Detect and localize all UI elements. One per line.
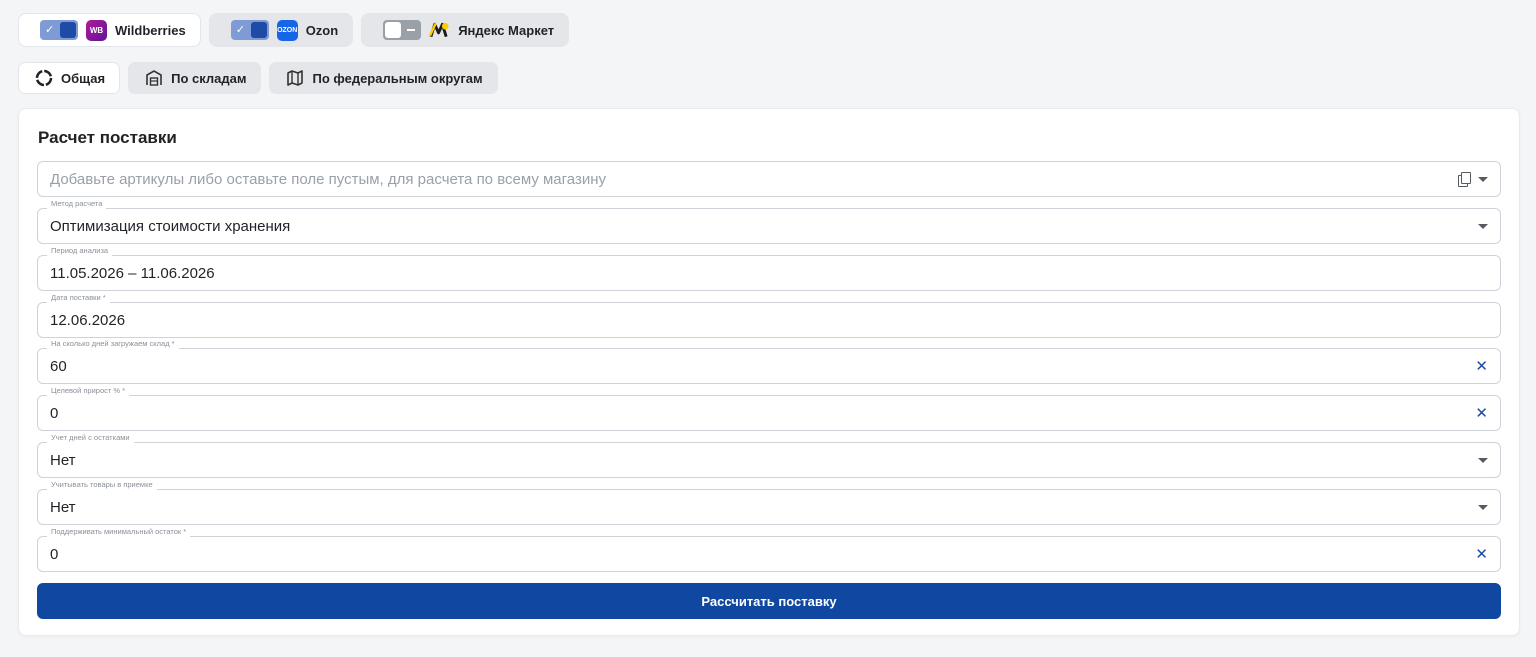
articles-placeholder: Добавьте артикулы либо оставьте поле пус… [50, 170, 606, 188]
marketplace-label: Яндекс Маркет [458, 22, 555, 38]
method-select[interactable]: Метод расчета Оптимизация стоимости хран… [37, 199, 1501, 244]
tab-label: По федеральным округам [312, 70, 483, 86]
marketplace-toggles: ✓ WB Wildberries ✓ OZON Ozon Яндекс Марк… [18, 13, 570, 47]
tab-warehouses[interactable]: По складам [128, 62, 262, 94]
wildberries-logo-icon: WB [86, 19, 107, 41]
min-stock-input[interactable]: Поддерживать минимальный остаток * 0 ✕ [37, 527, 1501, 572]
clear-icon[interactable]: ✕ [1475, 547, 1488, 562]
circle-loading-icon [35, 69, 53, 87]
chevron-down-icon[interactable] [1478, 176, 1488, 182]
field-value: 0 [50, 545, 59, 563]
tab-federal-districts[interactable]: По федеральным округам [269, 62, 498, 94]
copy-icon[interactable] [1458, 172, 1471, 187]
field-label: Поддерживать минимальный остаток * [47, 527, 191, 537]
marketplace-label: Wildberries [115, 22, 186, 38]
clear-icon[interactable]: ✕ [1475, 406, 1488, 421]
field-label: Учитывать товары в приемке [47, 480, 157, 490]
field-value: Нет [50, 498, 76, 516]
articles-input[interactable]: Добавьте артикулы либо оставьте поле пус… [37, 161, 1501, 197]
delivery-date-input[interactable]: Дата поставки * 12.06.2026 [37, 293, 1501, 338]
card-title: Расчет поставки [38, 128, 177, 147]
view-tabs: Общая По складам По федеральным округам [18, 62, 498, 94]
tab-label: По складам [171, 70, 247, 86]
toggle-switch[interactable]: ✓ [40, 20, 78, 40]
toggle-switch[interactable] [383, 20, 422, 40]
check-icon: ✓ [235, 24, 245, 36]
field-value: 60 [50, 357, 67, 375]
field-label: Метод расчета [47, 199, 107, 209]
check-icon: ✓ [45, 24, 55, 36]
field-label: Период анализа [47, 246, 113, 256]
field-label: На сколько дней загружаем склад * [47, 339, 179, 349]
toggle-switch[interactable]: ✓ [230, 20, 269, 40]
marketplace-label: Ozon [305, 22, 339, 38]
supply-calculation-card: Расчет поставки Добавьте артикулы либо о… [18, 108, 1520, 636]
clear-icon[interactable]: ✕ [1475, 359, 1488, 374]
field-value: Нет [50, 451, 76, 469]
field-label: Учет дней с остатками [47, 433, 134, 443]
ozon-logo-icon: OZON [276, 19, 298, 41]
acceptance-select[interactable]: Учитывать товары в приемке Нет [37, 480, 1501, 525]
field-value: 11.05.2026 – 11.06.2026 [50, 264, 215, 282]
tab-label: Общая [61, 70, 106, 86]
calculate-supply-button[interactable]: Рассчитать поставку [37, 583, 1501, 619]
chevron-down-icon[interactable] [1478, 457, 1488, 463]
map-icon [287, 70, 304, 86]
target-growth-input[interactable]: Целевой прирост % * 0 ✕ [37, 386, 1501, 431]
marketplace-chip-wildberries[interactable]: ✓ WB Wildberries [18, 13, 201, 47]
field-label: Дата поставки * [47, 293, 110, 303]
chevron-down-icon[interactable] [1478, 223, 1488, 229]
period-input[interactable]: Период анализа 11.05.2026 – 11.06.2026 [37, 246, 1501, 291]
yandex-market-logo-icon [429, 20, 450, 41]
stock-days-select[interactable]: Учет дней с остатками Нет [37, 433, 1501, 478]
field-value: 12.06.2026 [50, 311, 126, 329]
field-value: Оптимизация стоимости хранения [50, 217, 291, 235]
field-label: Целевой прирост % * [47, 386, 130, 396]
warehouse-icon [146, 70, 162, 86]
chevron-down-icon[interactable] [1478, 504, 1488, 510]
marketplace-chip-ozon[interactable]: ✓ OZON Ozon [208, 13, 354, 47]
marketplace-chip-yandex-market[interactable]: Яндекс Маркет [361, 13, 570, 47]
tab-general[interactable]: Общая [18, 62, 121, 94]
field-value: 0 [50, 404, 59, 422]
days-load-input[interactable]: На сколько дней загружаем склад * 60 ✕ [37, 339, 1501, 384]
